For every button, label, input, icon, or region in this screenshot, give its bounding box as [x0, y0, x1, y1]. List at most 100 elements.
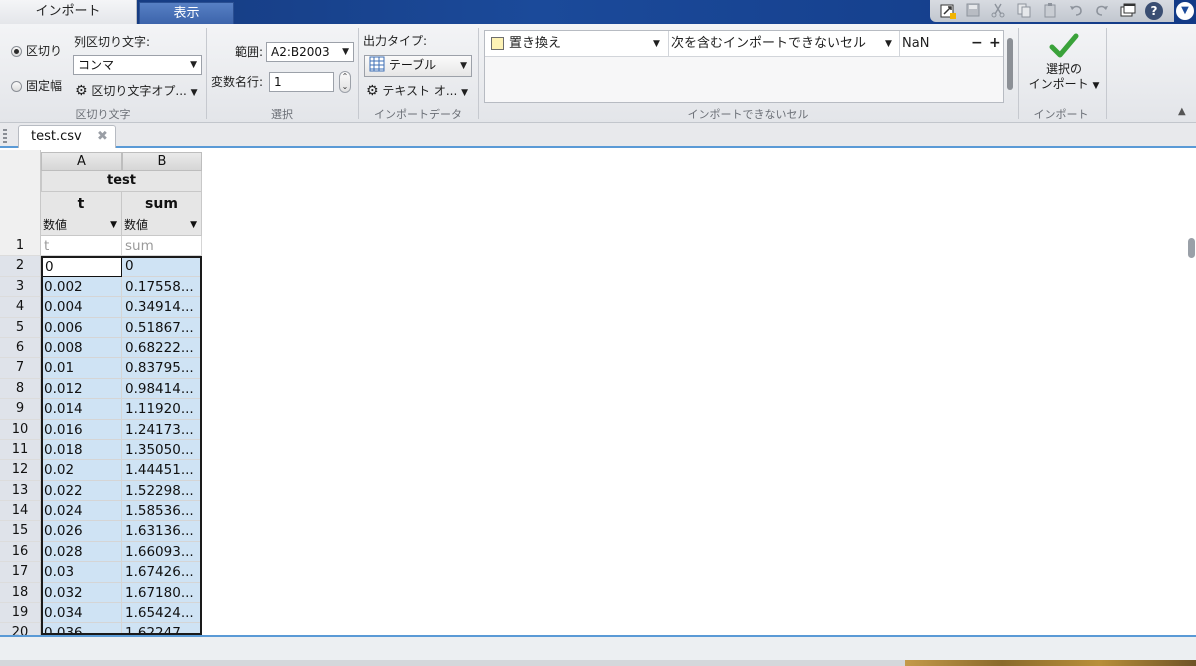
grid-cell[interactable]: 1.67180... — [122, 582, 202, 604]
grid-cell[interactable]: 1.35050... — [122, 439, 202, 461]
row-number[interactable]: 12 — [0, 460, 41, 481]
scrollbar-thumb[interactable] — [1188, 238, 1195, 258]
grid-cell[interactable]: 0.83795... — [122, 358, 202, 379]
grid-cell[interactable]: 1.67426... — [122, 562, 202, 583]
grid-cell[interactable]: 0.016 — [41, 419, 122, 440]
varname-row-field[interactable]: 1 — [269, 72, 334, 92]
column-header-a[interactable]: A — [41, 152, 122, 171]
collapse-ribbon-icon[interactable]: ▲ — [1178, 106, 1192, 118]
grid-cell[interactable]: 1.11920... — [122, 399, 202, 420]
grid-cell[interactable]: 0.012 — [41, 378, 122, 400]
grid-cell[interactable]: 0.034 — [41, 603, 122, 624]
row-number[interactable]: 6 — [0, 337, 41, 359]
row-number[interactable]: 15 — [0, 521, 41, 542]
grid-cell[interactable]: 0.02 — [41, 460, 122, 481]
row-number[interactable]: 9 — [0, 399, 41, 420]
cut-icon[interactable] — [988, 2, 1008, 20]
row-number[interactable]: 20 — [0, 623, 41, 635]
grid-cell[interactable]: 0.51867... — [122, 317, 202, 338]
row-number[interactable]: 18 — [0, 582, 41, 604]
variable-name-sum[interactable]: sum — [122, 192, 202, 215]
import-data-icon[interactable] — [938, 2, 958, 20]
row-number[interactable]: 13 — [0, 480, 41, 502]
grid-cell[interactable]: 0.028 — [41, 541, 122, 563]
tab-import[interactable]: インポート — [0, 0, 137, 24]
grid-cell[interactable]: 0.018 — [41, 439, 122, 461]
grid-cell[interactable]: 0.024 — [41, 501, 122, 522]
grid-cell[interactable]: 0.036 — [41, 623, 122, 635]
help-icon[interactable]: ? — [1145, 2, 1163, 20]
chevron-down-icon[interactable]: ▼ — [653, 36, 660, 52]
tab-view[interactable]: 表示 — [139, 2, 234, 24]
row-number[interactable]: 8 — [0, 378, 41, 400]
grid-cell[interactable]: 0.032 — [41, 582, 122, 604]
column-header-b[interactable]: B — [122, 152, 202, 171]
grid-cell[interactable]: 0.006 — [41, 317, 122, 338]
window-icon[interactable] — [1118, 2, 1138, 20]
copy-icon[interactable] — [1014, 2, 1034, 20]
grid-cell[interactable]: 1.65424... — [122, 603, 202, 624]
grid-cell[interactable]: 0 — [41, 256, 122, 277]
range-combo[interactable]: A2:B2003 ▼ — [266, 42, 354, 62]
variable-name-t[interactable]: t — [41, 192, 122, 215]
rule-condition[interactable]: 次を含むインポートできないセル — [671, 36, 866, 52]
row-number[interactable]: 19 — [0, 603, 41, 624]
row-number[interactable]: 4 — [0, 297, 41, 318]
grid-cell[interactable]: 0.98414... — [122, 378, 202, 400]
grid-cell[interactable]: 0.002 — [41, 276, 122, 298]
row-number[interactable]: 16 — [0, 541, 41, 563]
grid-cell[interactable]: sum — [122, 236, 202, 257]
row-number[interactable]: 2 — [0, 256, 41, 277]
paste-icon[interactable] — [1040, 2, 1060, 20]
variable-type-dropdown-sum[interactable]: 数値 ▼ — [122, 215, 202, 236]
variable-type-dropdown-t[interactable]: 数値 ▼ — [41, 215, 122, 236]
grid-vertical-scrollbar[interactable] — [1186, 236, 1196, 635]
delimited-radio-label[interactable]: 区切り — [26, 43, 62, 59]
import-selection-button[interactable]: 選択の インポート ▼ — [1024, 32, 1104, 102]
output-type-combo[interactable]: テーブル ▼ — [364, 55, 472, 77]
row-number[interactable]: 7 — [0, 358, 41, 379]
fixed-width-radio-label[interactable]: 固定幅 — [26, 78, 62, 94]
row-number[interactable]: 10 — [0, 419, 41, 440]
rule-action[interactable]: 置き換え — [509, 36, 561, 52]
grid-cell[interactable]: 0.026 — [41, 521, 122, 542]
row-number[interactable]: 11 — [0, 439, 41, 461]
grid-cell[interactable]: 1.52298... — [122, 480, 202, 502]
grid-cell[interactable]: t — [41, 236, 122, 257]
chevron-down-icon[interactable]: ▼ — [885, 36, 892, 52]
rules-scrollbar[interactable] — [1004, 30, 1016, 103]
grid-cell[interactable]: 0.01 — [41, 358, 122, 379]
grid-cell[interactable]: 0.004 — [41, 297, 122, 318]
file-tab[interactable]: test.csv ✖ — [18, 125, 116, 148]
grid-cell[interactable]: 0.022 — [41, 480, 122, 502]
grid-cell[interactable]: 1.58536... — [122, 501, 202, 522]
row-number[interactable]: 5 — [0, 317, 41, 338]
delimiter-combo[interactable]: コンマ ▼ — [73, 55, 202, 75]
delimiter-options-button[interactable]: ⚙ 区切り文字オプ... ▼ — [75, 81, 198, 101]
menu-icon[interactable]: ▼ — [1176, 2, 1194, 20]
redo-icon[interactable] — [1092, 2, 1112, 20]
grid-cell[interactable]: 1.63136... — [122, 521, 202, 542]
grid-cell[interactable]: 0.03 — [41, 562, 122, 583]
scrollbar-thumb[interactable] — [1007, 38, 1013, 90]
remove-rule-button[interactable]: − — [971, 35, 983, 51]
drag-handle-icon[interactable] — [3, 129, 7, 143]
undo-icon[interactable] — [1066, 2, 1086, 20]
add-rule-button[interactable]: + — [989, 35, 1001, 51]
close-icon[interactable]: ✖ — [97, 129, 108, 145]
grid-cell[interactable]: 1.44451... — [122, 460, 202, 481]
text-options-button[interactable]: ⚙ テキスト オ... ▼ — [366, 81, 468, 101]
delimited-radio[interactable] — [11, 46, 22, 57]
rule-value[interactable]: NaN — [902, 36, 929, 52]
grid-cell[interactable]: 0.17558... — [122, 276, 202, 298]
grid-cell[interactable]: 1.62247... — [122, 623, 202, 635]
row-number[interactable]: 3 — [0, 276, 41, 298]
grid-cell[interactable]: 1.66093... — [122, 541, 202, 563]
row-number[interactable]: 1 — [0, 236, 41, 257]
table-name-header[interactable]: test — [41, 171, 202, 192]
grid-cell[interactable]: 0.008 — [41, 337, 122, 359]
save-icon[interactable] — [963, 2, 983, 20]
grid-cell[interactable]: 0 — [122, 256, 202, 277]
varname-row-stepper[interactable]: ⌃ ⌄ — [339, 71, 351, 93]
grid-cell[interactable]: 0.014 — [41, 399, 122, 420]
